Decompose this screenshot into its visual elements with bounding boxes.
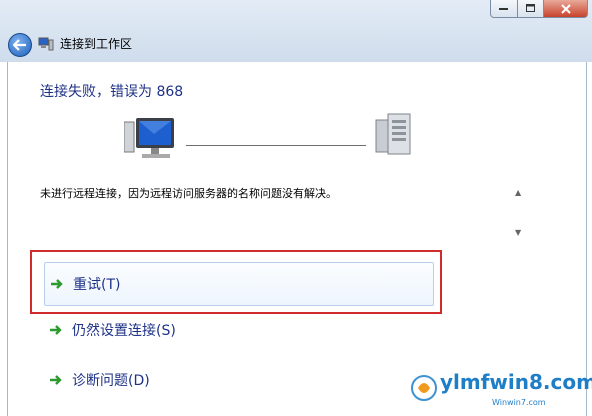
retry-option[interactable]: 重试(T) [44, 262, 434, 306]
computer-icon [124, 118, 174, 158]
network-icon [38, 37, 54, 51]
diagnose-label: 诊断问题(D) [72, 373, 150, 389]
watermark-text: ylmfwin8.com [440, 370, 592, 394]
nav-title: 连接到工作区 [60, 37, 133, 51]
connection-line [186, 145, 366, 146]
setup-anyway-label: 仍然设置连接(S) [72, 323, 176, 339]
maximize-button[interactable] [518, 0, 544, 18]
page-title: 连接失败，错误为 868 [40, 84, 184, 100]
back-arrow-icon [13, 39, 26, 51]
retry-label: 重试(T) [73, 277, 121, 293]
scroll-down-icon[interactable]: ▼ [515, 228, 521, 237]
minimize-button[interactable] [490, 0, 518, 18]
maximize-icon [525, 4, 535, 12]
green-arrow-icon [50, 325, 62, 335]
error-message: 未进行远程连接，因为远程访问服务器的名称问题没有解决。 [40, 187, 337, 200]
server-icon [375, 113, 411, 155]
scroll-up-icon[interactable]: ▲ [515, 188, 521, 197]
message-box: 未进行远程连接，因为远程访问服务器的名称问题没有解决。 [40, 186, 500, 246]
minimize-icon [499, 7, 508, 10]
message-scrollbar[interactable]: ▲ ▼ [512, 186, 528, 242]
title-bar: 连接到工作区 [0, 0, 592, 62]
setup-anyway-option[interactable]: 仍然设置连接(S) [44, 308, 434, 352]
green-arrow-icon [51, 279, 63, 289]
close-button[interactable] [544, 0, 588, 18]
diagnose-option[interactable]: 诊断问题(D) [44, 358, 434, 402]
window-controls [490, 0, 588, 18]
watermark-subtext: Winwin7.com [492, 398, 546, 407]
back-button[interactable] [8, 33, 32, 57]
green-arrow-icon [50, 375, 62, 385]
close-icon [560, 3, 571, 14]
